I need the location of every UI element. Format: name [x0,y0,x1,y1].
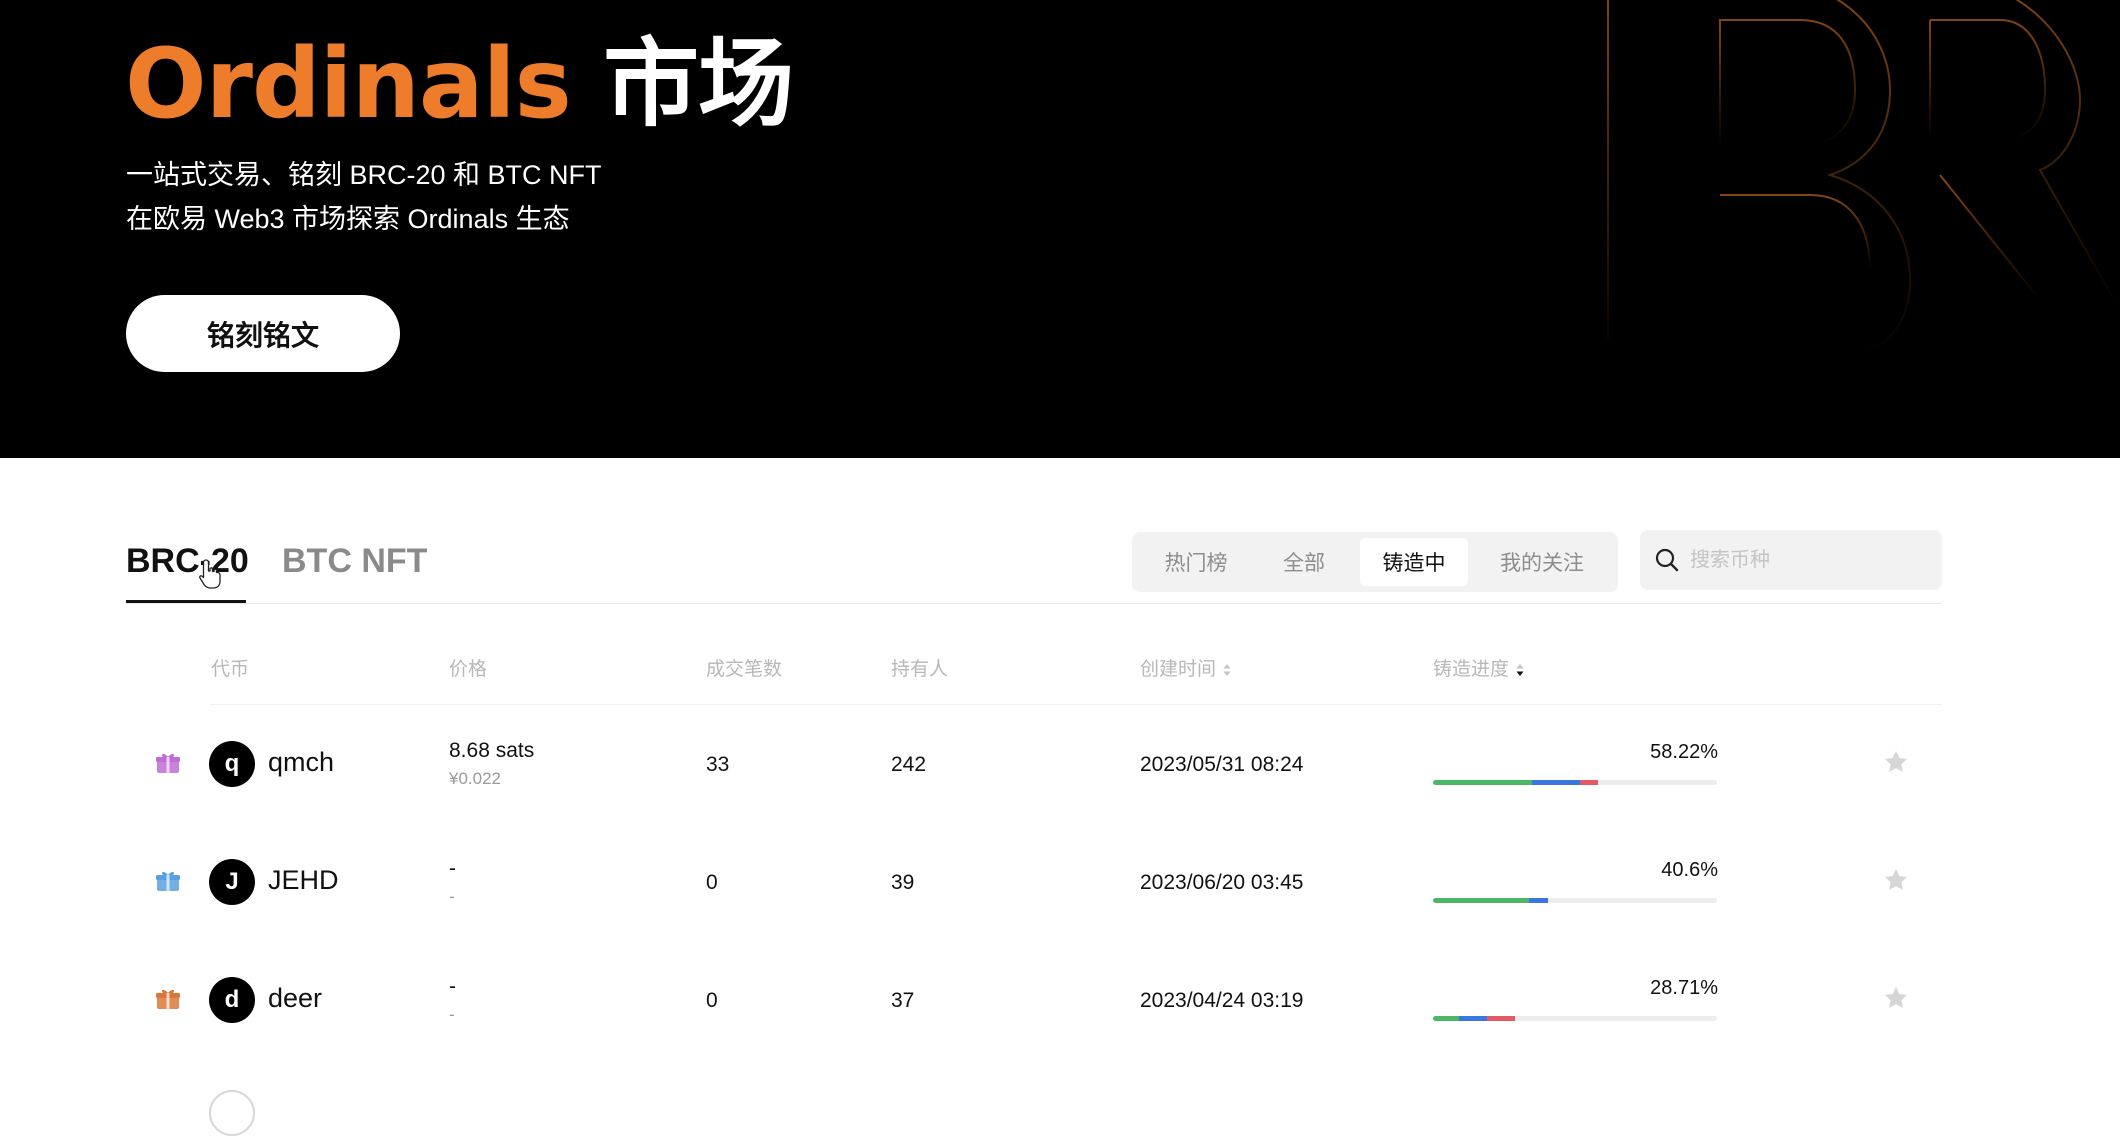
column-header-price: 价格 [449,658,487,682]
column-header-holders: 持有人 [891,658,948,682]
gift-icon [156,871,180,891]
progress-segment [1487,1016,1515,1021]
inscribe-button[interactable]: 铭刻铭文 [126,295,400,372]
column-header-trades-label: 成交笔数 [706,659,783,680]
tabs-divider [126,603,1942,604]
next-row-avatar [209,1090,255,1136]
mint-progress-bar [1433,1016,1717,1021]
hero-title-brand: Ordinals [125,28,572,140]
table-row[interactable]: q qmch 8.68 sats ¥0.022 33 242 2023/05/31 08:2… [0,705,2120,823]
hand-cursor-icon [199,559,221,589]
mint-progress-percent: 40.6% [1661,859,1718,881]
tab-btc-nft[interactable]: BTC NFT [282,540,427,582]
table-row[interactable]: d deer - - 0 37 2023/04/24 03:19 28.71% [0,941,2120,1059]
gift-icon [156,989,180,1009]
gift-icon [156,753,180,773]
token-holders: 37 [891,989,915,1012]
token-trades: 33 [706,753,730,776]
hero-title: Ordinals 市场 [125,28,794,140]
tab-brc20[interactable]: BRC-20 [126,540,249,582]
brc-outline-graphic [1607,0,2120,360]
token-price-cny: - [449,887,455,906]
column-header-progress[interactable]: 铸造进度 [1433,658,1525,682]
star-icon[interactable] [1882,748,1910,776]
filter-all[interactable]: 全部 [1254,538,1354,586]
token-name[interactable]: JEHD [268,865,339,896]
hero-title-rest: 市场 [603,28,794,140]
token-holders: 242 [891,753,927,776]
progress-segment [1433,1016,1459,1021]
token-price: - [449,975,456,998]
mint-progress-bar [1433,898,1717,903]
column-header-created[interactable]: 创建时间 [1140,658,1232,682]
sort-descending-icon [1516,664,1524,676]
token-name[interactable]: deer [268,983,322,1014]
progress-segment [1433,780,1532,785]
token-price: 8.68 sats [449,739,535,762]
filter-segmented-control: 热门榜 全部 铸造中 我的关注 [1132,532,1618,592]
token-trades: 0 [706,989,718,1012]
mint-progress-bar [1433,780,1717,785]
column-header-price-label: 价格 [449,659,488,680]
hero-banner: Ordinals 市场 一站式交易、铭刻 BRC-20 和 BTC NFT 在欧… [0,0,2120,458]
token-avatar: J [209,859,255,905]
column-header-holders-label: 持有人 [891,659,949,680]
sort-icon [1223,664,1231,676]
token-price: - [449,857,456,880]
hero-subtitle-line2: 在欧易 Web3 市场探索 Ordinals 生态 [126,204,570,234]
filter-watchlist[interactable]: 我的关注 [1472,538,1612,586]
column-header-token-label: 代币 [211,659,250,680]
hero-subtitle-line1: 一站式交易、铭刻 BRC-20 和 BTC NFT [126,160,602,190]
token-price-cny: - [449,1005,455,1024]
token-created-time: 2023/04/24 03:19 [1140,989,1304,1012]
star-icon[interactable] [1882,984,1910,1012]
mint-progress-percent: 58.22% [1650,741,1718,763]
column-header-token: 代币 [211,658,249,682]
search-icon [1655,548,1679,572]
mint-progress-fill [1433,898,1548,903]
mint-progress-percent: 28.71% [1650,977,1718,999]
column-header-trades: 成交笔数 [706,658,782,682]
token-trades: 0 [706,871,718,894]
token-holders: 39 [891,871,915,894]
progress-segment [1459,1016,1487,1021]
token-avatar: q [209,741,255,787]
table-row[interactable]: J JEHD - - 0 39 2023/06/20 03:45 40.6% [0,823,2120,941]
token-created-time: 2023/06/20 03:45 [1140,871,1304,894]
column-header-created-label: 创建时间 [1140,659,1217,680]
progress-segment [1532,780,1580,785]
progress-segment [1529,898,1548,903]
star-icon[interactable] [1882,866,1910,894]
search-box [1640,530,1942,590]
filter-minting[interactable]: 铸造中 [1360,538,1468,586]
column-header-progress-label: 铸造进度 [1433,659,1510,680]
token-created-time: 2023/05/31 08:24 [1140,753,1304,776]
token-name[interactable]: qmch [268,747,334,778]
mint-progress-fill [1433,1016,1515,1021]
progress-segment [1433,898,1530,903]
token-price-cny: ¥0.022 [449,769,501,788]
token-avatar: d [209,977,255,1023]
mint-progress-fill [1433,780,1598,785]
progress-segment [1580,780,1598,785]
filter-hot[interactable]: 热门榜 [1140,538,1252,586]
search-input[interactable] [1690,542,1930,578]
